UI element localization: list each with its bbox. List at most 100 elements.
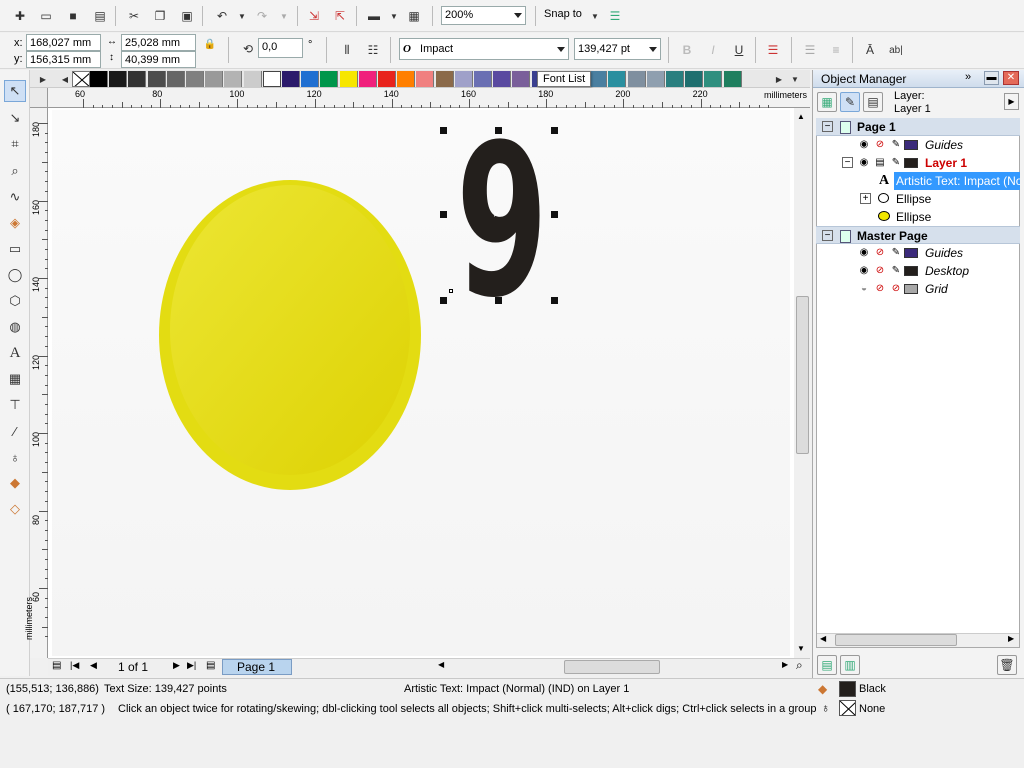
selection-handle-tr[interactable]	[551, 127, 558, 134]
ellipse-tool-icon[interactable]: ◯	[4, 264, 26, 286]
selection-handle-ml[interactable]	[440, 211, 447, 218]
palette-swatch[interactable]	[646, 71, 665, 87]
eye-icon[interactable]: ◉	[858, 265, 870, 277]
eye-icon[interactable]: ◉	[858, 157, 870, 169]
show-object-properties-icon[interactable]: ▦	[817, 92, 837, 112]
docker-close-icon[interactable]: ✕	[1003, 71, 1019, 85]
welcome-screen-icon[interactable]: ▦	[404, 6, 424, 26]
new-master-layer-icon[interactable]: ▥	[840, 655, 860, 675]
tree-grid-row[interactable]: ◒ ⊘ ⊘ Grid	[816, 280, 1020, 298]
layer-color-swatch[interactable]	[904, 284, 918, 294]
selection-handle-tc[interactable]	[495, 127, 502, 134]
palette-swatch[interactable]	[397, 71, 416, 87]
copy-icon[interactable]: ❐	[150, 6, 170, 26]
palette-swatch[interactable]	[704, 71, 723, 87]
export-icon[interactable]: ⇱	[330, 6, 350, 26]
text-align-icon[interactable]: ☰	[763, 40, 783, 60]
palette-swatch[interactable]	[358, 71, 377, 87]
print-disabled-icon[interactable]: ⊘	[874, 139, 886, 151]
ruler-corner[interactable]	[30, 88, 48, 108]
printer-icon[interactable]: ▤	[874, 157, 886, 169]
pencil-icon[interactable]: ✎	[890, 157, 902, 169]
snap-dropdown-icon[interactable]: ▼	[585, 6, 605, 26]
page-tab[interactable]: Page 1	[222, 659, 292, 675]
add-page-before-icon[interactable]: ▤	[52, 660, 61, 671]
text-node-marker[interactable]	[449, 289, 453, 293]
cut-icon[interactable]: ✂	[124, 6, 144, 26]
tree-guides-row[interactable]: ◉ ⊘ ✎ Guides	[816, 136, 1020, 154]
italic-icon[interactable]: I	[703, 40, 723, 60]
palette-swatch[interactable]	[109, 71, 128, 87]
expand-icon[interactable]: +	[860, 193, 871, 204]
scroll-down-icon[interactable]: ▼	[797, 644, 805, 653]
launcher-dropdown-icon[interactable]: ▼	[384, 6, 404, 26]
layer-color-swatch[interactable]	[904, 266, 918, 276]
rectangle-tool-icon[interactable]: ▭	[4, 238, 26, 260]
palette-swatch[interactable]	[90, 71, 108, 87]
zoom-level-select[interactable]: 200%	[441, 6, 526, 25]
options-icon[interactable]: ☰	[605, 6, 625, 26]
import-icon[interactable]: ⇲	[304, 6, 324, 26]
palette-back-icon[interactable]: ◀	[58, 70, 72, 88]
collapse-icon[interactable]: −	[822, 121, 833, 132]
rotation-field[interactable]: 0,0	[258, 38, 303, 58]
no-color-swatch[interactable]	[72, 71, 90, 87]
yellow-ellipse[interactable]	[150, 170, 435, 500]
zoom-navigator-icon[interactable]: ⌕	[796, 658, 803, 673]
docker-collapse-icon[interactable]: »	[965, 71, 971, 83]
paste-icon[interactable]: ▣	[177, 6, 197, 26]
docker-minimize-icon[interactable]: ▬	[984, 71, 999, 85]
palette-swatch[interactable]	[147, 71, 166, 87]
redo-icon[interactable]: ↷	[252, 6, 272, 26]
selection-handle-tl[interactable]	[440, 127, 447, 134]
collapse-icon[interactable]: −	[822, 230, 833, 241]
fill-tool-icon[interactable]: ◆	[4, 472, 26, 494]
last-page-icon[interactable]: ▶|	[187, 660, 196, 671]
palette-swatch[interactable]	[186, 71, 204, 87]
palette-swatch[interactable]	[166, 71, 185, 87]
print-disabled-icon[interactable]: ⊘	[874, 247, 886, 259]
shape-tool-icon[interactable]: ↘	[4, 107, 26, 129]
undo-icon[interactable]: ↶	[212, 6, 232, 26]
palette-swatch[interactable]	[128, 71, 147, 87]
palette-swatch[interactable]	[416, 71, 435, 87]
palette-swatch[interactable]	[320, 71, 339, 87]
save-icon[interactable]: ■	[63, 6, 83, 26]
collapse-icon[interactable]: −	[842, 157, 853, 168]
docker-scroll-thumb[interactable]	[835, 634, 957, 646]
tree-page1-row[interactable]: − Page 1	[816, 118, 1020, 136]
center-marker-icon[interactable]: ×	[493, 207, 500, 221]
new-document-icon[interactable]: ✚	[10, 6, 30, 26]
glyph-nine[interactable]: 9	[452, 136, 552, 300]
horizontal-scroll-left-icon[interactable]: ◀	[438, 660, 444, 669]
horizontal-scroll-right-icon[interactable]: ▶	[782, 660, 788, 669]
outline-color-box[interactable]	[839, 700, 856, 716]
print-disabled-icon[interactable]: ⊘	[874, 283, 886, 295]
palette-swatch[interactable]	[493, 71, 512, 87]
table-tool-icon[interactable]: ▦	[4, 368, 26, 390]
next-page-icon[interactable]: ▶	[173, 660, 180, 671]
palette-swatch[interactable]	[474, 71, 492, 87]
tree-layer1-row[interactable]: − ◉ ▤ ✎ Layer 1	[816, 154, 1020, 172]
palette-swatch[interactable]	[627, 71, 646, 87]
pencil-icon[interactable]: ✎	[890, 247, 902, 259]
mirror-vertical-icon[interactable]: ☷	[363, 40, 383, 60]
tree-ellipse1-row[interactable]: + Ellipse	[816, 190, 1020, 208]
tree-ellipse2-row[interactable]: Ellipse	[816, 208, 1020, 226]
tree-artistic-text-row[interactable]: A Artistic Text: Impact (No	[816, 172, 1020, 190]
palette-swatch[interactable]	[512, 71, 531, 87]
eye-hidden-icon[interactable]: ◒	[858, 283, 870, 295]
horizontal-scroll-thumb[interactable]	[564, 660, 660, 674]
print-icon[interactable]: ▤	[90, 6, 110, 26]
font-list-select[interactable]: O Impact	[399, 38, 569, 60]
eye-icon[interactable]: ◉	[858, 139, 870, 151]
tree-desktop-row[interactable]: ◉ ⊘ ✎ Desktop	[816, 262, 1020, 280]
edit-across-layers-icon[interactable]: ✎	[840, 92, 860, 112]
mirror-horizontal-icon[interactable]: ⫴	[337, 40, 357, 60]
docker-menu-arrow-icon[interactable]: ▶	[1004, 93, 1019, 110]
x-position-field[interactable]: 168,027 mm	[26, 34, 101, 51]
palette-swatch[interactable]	[666, 71, 684, 87]
freehand-tool-icon[interactable]: ∿	[4, 186, 26, 208]
font-size-select[interactable]: 139,427 pt	[574, 38, 661, 60]
vertical-scroll-thumb[interactable]	[796, 296, 809, 454]
